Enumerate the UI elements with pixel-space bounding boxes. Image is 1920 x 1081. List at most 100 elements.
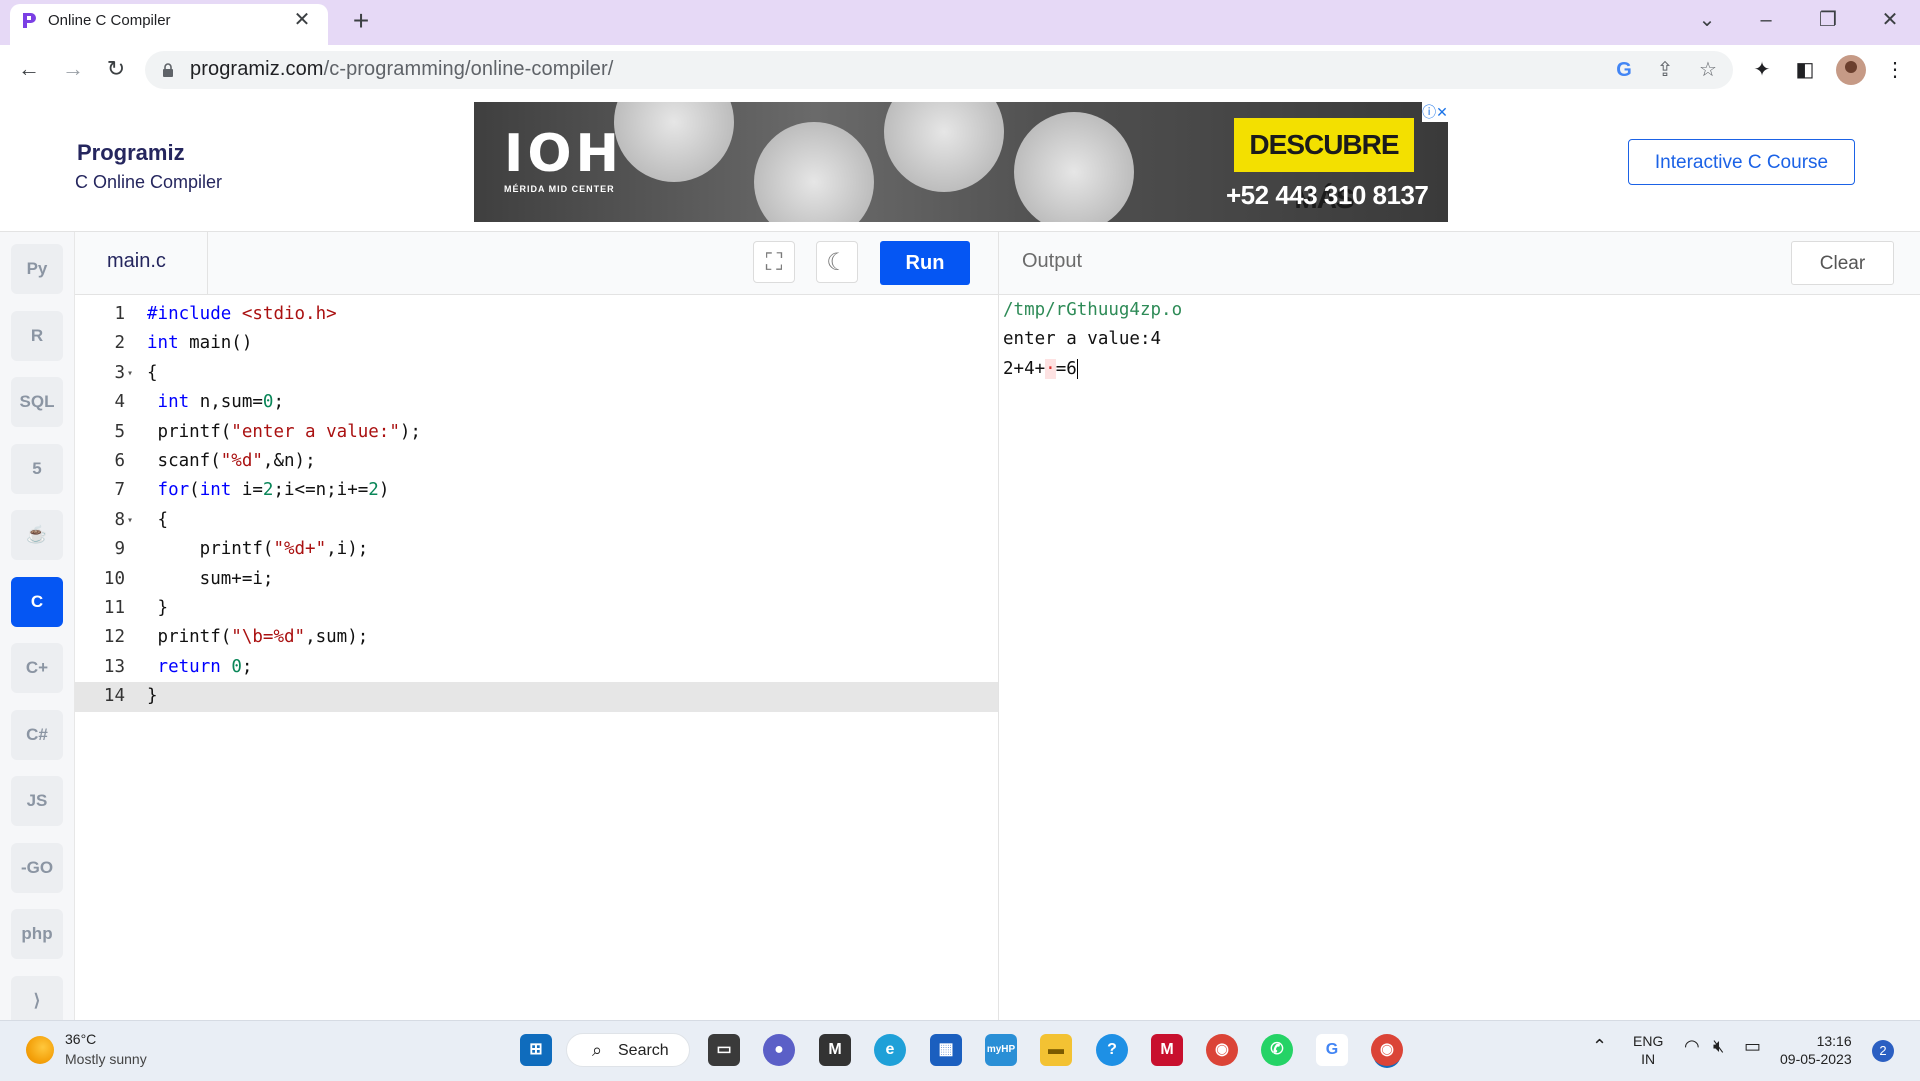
- sidebar-lang-java[interactable]: ☕: [11, 510, 63, 560]
- text-cursor: [1076, 358, 1078, 379]
- clear-button[interactable]: Clear: [1791, 241, 1894, 285]
- mcafee-icon[interactable]: M: [1151, 1034, 1183, 1066]
- ad-choices-close-icon[interactable]: ⓘ✕: [1422, 102, 1448, 122]
- share-icon[interactable]: ⇪: [1651, 56, 1679, 84]
- notification-badge[interactable]: 2: [1872, 1040, 1894, 1062]
- myhp-icon[interactable]: myHP: [985, 1034, 1017, 1066]
- menu-icon[interactable]: ⋮: [1880, 55, 1910, 85]
- weather-desc[interactable]: Mostly sunny: [65, 1051, 147, 1067]
- chrome-profile-icon[interactable]: ◉: [1371, 1034, 1403, 1066]
- sidebar-lang-html[interactable]: 5: [11, 443, 63, 494]
- show-hidden-icons-chevron-icon[interactable]: ⌃: [1592, 1036, 1607, 1057]
- line-number: 7: [114, 480, 125, 501]
- fullscreen-icon[interactable]: ⛶: [753, 241, 795, 283]
- language-indicator[interactable]: ENG IN: [1633, 1032, 1663, 1068]
- sidebar-lang-c[interactable]: C: [11, 576, 63, 627]
- extensions-icon[interactable]: ✦: [1747, 55, 1777, 85]
- output-line: /tmp/rGthuug4zp.o: [1003, 300, 1183, 320]
- line-number: 8: [114, 509, 125, 530]
- code-text: return 0;: [157, 656, 253, 677]
- url-text[interactable]: programiz.com/c-programming/online-compi…: [190, 58, 613, 81]
- weather-temp[interactable]: 36°C: [65, 1031, 96, 1047]
- fold-arrow-icon[interactable]: ▾: [127, 359, 141, 388]
- sidebar-lang-r[interactable]: R: [11, 310, 63, 361]
- language-code: ENG: [1633, 1033, 1664, 1049]
- chrome-icon[interactable]: ◉: [1206, 1034, 1238, 1066]
- fold-arrow-icon[interactable]: ▾: [127, 506, 141, 535]
- sidebar-lang-csharp[interactable]: C#: [11, 709, 63, 760]
- ad-phone: +52 443 310 8137: [1226, 180, 1429, 210]
- battery-icon[interactable]: ▭: [1744, 1036, 1761, 1057]
- reload-icon[interactable]: ↻: [98, 52, 134, 86]
- region-code: IN: [1641, 1051, 1656, 1067]
- sidebar-lang-python[interactable]: Py: [11, 244, 63, 294]
- forward-icon[interactable]: →: [55, 52, 91, 86]
- bookmark-star-icon[interactable]: ☆: [1694, 56, 1722, 84]
- advertisement-banner[interactable]: IOH MÉRIDA MID CENTER DESCUBRE MÁS +52 4…: [474, 102, 1448, 222]
- code-line[interactable]: 7 for(int i=2;i<=n;i+=2): [75, 476, 998, 505]
- task-view-icon[interactable]: ▭: [708, 1034, 740, 1066]
- code-line[interactable]: 5 printf("enter a value:");: [75, 418, 998, 447]
- profile-avatar[interactable]: [1836, 55, 1866, 85]
- edge-icon[interactable]: e: [874, 1034, 906, 1066]
- windows-start-icon[interactable]: ⊞: [520, 1034, 552, 1066]
- dark-mode-icon[interactable]: ☾: [816, 241, 858, 283]
- wifi-icon[interactable]: ◠: [1684, 1036, 1700, 1057]
- code-text: scanf("%d",&n);: [147, 451, 316, 471]
- code-line[interactable]: 6 scanf("%d",&n);: [75, 447, 998, 476]
- window-close-icon[interactable]: ✕: [1870, 5, 1910, 35]
- sidebar-lang-js[interactable]: JS: [11, 776, 63, 826]
- help-icon[interactable]: ?: [1096, 1034, 1128, 1066]
- ad-cta[interactable]: DESCUBRE MÁS: [1234, 118, 1414, 214]
- sidebar-lang-go[interactable]: -GO: [11, 842, 63, 893]
- mail-app-icon[interactable]: M: [819, 1034, 851, 1066]
- code-line[interactable]: 11 }: [75, 594, 998, 623]
- line-number: 11: [103, 598, 125, 618]
- minimize-icon[interactable]: –: [1746, 5, 1786, 35]
- code-line[interactable]: 1 #include <stdio.h>: [75, 300, 998, 329]
- tab-title: Online C Compiler: [48, 12, 171, 29]
- code-text: {: [147, 509, 169, 530]
- interactive-course-button[interactable]: Interactive C Course: [1628, 139, 1855, 185]
- restore-icon[interactable]: ❐: [1808, 5, 1848, 35]
- store-icon[interactable]: ▦: [930, 1034, 962, 1066]
- code-line[interactable]: 13 return 0;: [75, 653, 998, 682]
- ad-umbrella: [1014, 112, 1134, 222]
- tab-search-icon[interactable]: ⌄: [1687, 5, 1727, 35]
- code-line[interactable]: 2 int main(): [75, 329, 998, 358]
- output-console[interactable]: /tmp/rGthuug4zp.o enter a value:4 2+4+·=6: [1003, 296, 1903, 384]
- code-text: printf("enter a value:");: [147, 421, 421, 442]
- code-line[interactable]: 8 ▾ {: [75, 506, 998, 535]
- tab-close-icon[interactable]: ✕: [290, 8, 314, 32]
- sidebar-lang-swift[interactable]: ⟩: [11, 975, 63, 1026]
- programiz-logo[interactable]: Programiz: [77, 140, 185, 166]
- code-editor[interactable]: 1 #include <stdio.h> 2 int main() 3 ▾{4 int n…: [75, 296, 998, 1020]
- line-number: 6: [114, 451, 125, 471]
- pane-divider[interactable]: [998, 232, 999, 1020]
- run-button[interactable]: Run: [880, 241, 970, 285]
- teams-chat-icon[interactable]: ●: [763, 1034, 795, 1066]
- back-icon[interactable]: ←: [11, 52, 47, 86]
- sidebar-lang-php[interactable]: php: [11, 909, 63, 959]
- code-line[interactable]: 12 printf("\b=%d",sum);: [75, 623, 998, 652]
- volume-muted-icon[interactable]: 🔇︎: [1713, 1036, 1724, 1057]
- google-icon[interactable]: G: [1316, 1034, 1348, 1066]
- sidebar-lang-cpp[interactable]: C+: [11, 643, 63, 693]
- line-number: 9: [114, 539, 125, 560]
- whatsapp-icon[interactable]: ✆: [1261, 1034, 1293, 1066]
- code-line[interactable]: 4 int n,sum=0;: [75, 388, 998, 417]
- side-panel-icon[interactable]: ◧: [1790, 55, 1820, 85]
- code-line[interactable]: 14}: [75, 682, 998, 712]
- weather-sun-icon[interactable]: [26, 1036, 54, 1064]
- sidebar-lang-sql[interactable]: SQL: [11, 377, 63, 427]
- line-number: 13: [103, 656, 125, 677]
- system-clock[interactable]: 13:16 09-05-2023: [1780, 1032, 1852, 1068]
- code-text: sum+=i;: [147, 568, 274, 589]
- new-tab-icon[interactable]: +: [346, 6, 376, 36]
- code-line[interactable]: 9 printf("%d+",i);: [75, 535, 998, 564]
- code-line[interactable]: 10 sum+=i;: [75, 565, 998, 594]
- file-explorer-icon[interactable]: ▬: [1040, 1034, 1072, 1066]
- search-icon: ⌕: [592, 1040, 603, 1060]
- code-line[interactable]: 3 ▾ {: [75, 359, 998, 388]
- google-translate-icon[interactable]: G: [1610, 56, 1638, 84]
